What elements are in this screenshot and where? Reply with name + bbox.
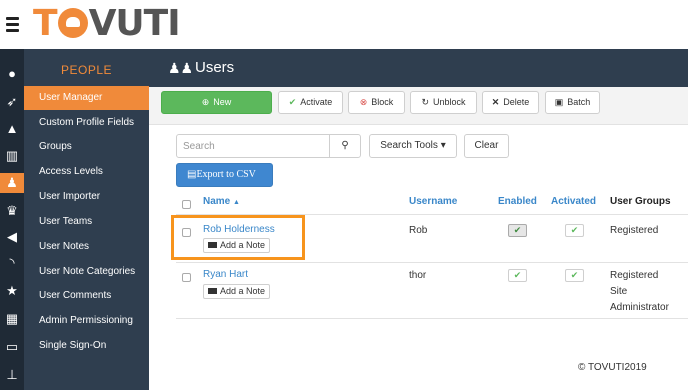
- elephant-icon[interactable]: ●: [4, 66, 20, 82]
- highlight-box: [171, 215, 305, 260]
- top-bar: T VUTI: [0, 0, 688, 49]
- check-icon: ✔: [570, 225, 579, 235]
- column-header-enabled[interactable]: Enabled: [498, 196, 537, 207]
- credit-card-icon[interactable]: ▭: [4, 339, 20, 355]
- graduation-cap-icon[interactable]: ▲: [4, 121, 20, 137]
- row-checkbox[interactable]: [182, 273, 191, 282]
- column-header-user-groups: User Groups: [610, 196, 671, 207]
- column-header-activated[interactable]: Activated: [551, 196, 596, 207]
- plus-circle-icon: ⊕: [201, 97, 210, 107]
- user-name-link[interactable]: Ryan Hart: [203, 269, 248, 280]
- new-button[interactable]: ⊕ New: [161, 91, 272, 114]
- hamburger-menu-icon[interactable]: [6, 17, 19, 35]
- page-header: ♟♟ Users: [149, 49, 688, 87]
- select-all-checkbox[interactable]: [182, 200, 191, 209]
- id-card-icon: [208, 288, 217, 294]
- sidebar-item-user-comments[interactable]: User Comments: [24, 284, 149, 308]
- table-icon[interactable]: ▦: [4, 311, 20, 327]
- sidebar-item-user-manager[interactable]: User Manager: [24, 86, 149, 110]
- activated-toggle[interactable]: ✔: [565, 224, 584, 237]
- users-icon[interactable]: ♟: [0, 173, 24, 193]
- refresh-icon: ↻: [421, 97, 430, 107]
- close-icon: ✕: [491, 97, 500, 107]
- icon-bar: ● ➶ ▲ ▥ ♟ ♛ ◀ ◝ ★ ▦ ▭ ⊥: [0, 49, 24, 390]
- sidebar-item-custom-profile-fields[interactable]: Custom Profile Fields: [24, 111, 149, 135]
- check-icon: ✔: [513, 270, 522, 280]
- sidebar-item-user-teams[interactable]: User Teams: [24, 210, 149, 234]
- column-header-name[interactable]: Name ▲: [203, 196, 240, 207]
- checkbox-square-icon: ▣: [554, 97, 564, 107]
- username-cell: Rob: [409, 225, 428, 236]
- add-note-button[interactable]: Add a Note: [203, 284, 271, 299]
- export-csv-button[interactable]: ▤Export to CSV: [176, 163, 273, 187]
- bar-chart-icon[interactable]: ▥: [4, 148, 20, 164]
- tovuti-logo[interactable]: T VUTI: [33, 3, 181, 44]
- toolbar: ⊕ New ✔ Activate ⊗ Block ↻ Unblock ✕ Delete ▣…: [149, 87, 688, 125]
- rss-icon[interactable]: ◝: [4, 255, 20, 271]
- check-icon: ✔: [288, 97, 297, 107]
- page-title: Users: [195, 59, 235, 76]
- check-icon: ✔: [513, 225, 522, 235]
- sidebar-item-user-notes[interactable]: User Notes: [24, 235, 149, 259]
- footer-copyright: © TOVUTI2019: [578, 362, 647, 373]
- delete-button[interactable]: ✕ Delete: [482, 91, 539, 114]
- activated-toggle[interactable]: ✔: [565, 269, 584, 282]
- sidebar: PEOPLE User Manager Custom Profile Field…: [24, 49, 149, 390]
- bullhorn-icon[interactable]: ◀: [4, 229, 20, 245]
- sidebar-item-user-note-categories[interactable]: User Note Categories: [24, 260, 149, 284]
- username-cell: thor: [409, 270, 427, 281]
- search-input[interactable]: [176, 134, 330, 158]
- clear-button[interactable]: Clear: [464, 134, 509, 158]
- rocket-icon[interactable]: ➶: [4, 94, 20, 110]
- unblock-button[interactable]: ↻ Unblock: [410, 91, 477, 114]
- sidebar-item-single-sign-on[interactable]: Single Sign-On: [24, 334, 149, 358]
- divider: [176, 318, 688, 319]
- enabled-toggle[interactable]: ✔: [508, 269, 527, 282]
- users-icon: ♟♟: [168, 60, 194, 76]
- sidebar-heading: PEOPLE: [60, 63, 113, 77]
- divider: [176, 262, 688, 263]
- column-header-username[interactable]: Username: [409, 196, 457, 207]
- sidebar-item-admin-permissioning[interactable]: Admin Permissioning: [24, 309, 149, 333]
- sitemap-icon[interactable]: ⊥: [4, 367, 20, 383]
- batch-button[interactable]: ▣ Batch: [545, 91, 600, 114]
- sort-asc-icon: ▲: [233, 199, 240, 206]
- sidebar-item-user-importer[interactable]: User Importer: [24, 185, 149, 209]
- block-button[interactable]: ⊗ Block: [348, 91, 405, 114]
- star-icon[interactable]: ★: [4, 283, 20, 299]
- enabled-toggle[interactable]: ✔: [508, 224, 527, 237]
- check-icon: ✔: [570, 270, 579, 280]
- search-tools-button[interactable]: Search Tools ▾: [369, 134, 457, 158]
- caret-down-icon: ▾: [440, 140, 446, 151]
- user-groups-cell: Registered Site Administrator: [610, 270, 669, 313]
- sidebar-item-groups[interactable]: Groups: [24, 135, 149, 159]
- search-icon: ⚲: [341, 140, 349, 151]
- user-groups-cell: Registered: [610, 225, 659, 236]
- search-button[interactable]: ⚲: [329, 134, 361, 158]
- trophy-icon[interactable]: ♛: [4, 203, 20, 219]
- activate-button[interactable]: ✔ Activate: [278, 91, 343, 114]
- sidebar-item-access-levels[interactable]: Access Levels: [24, 160, 149, 184]
- block-icon: ⊗: [359, 97, 368, 107]
